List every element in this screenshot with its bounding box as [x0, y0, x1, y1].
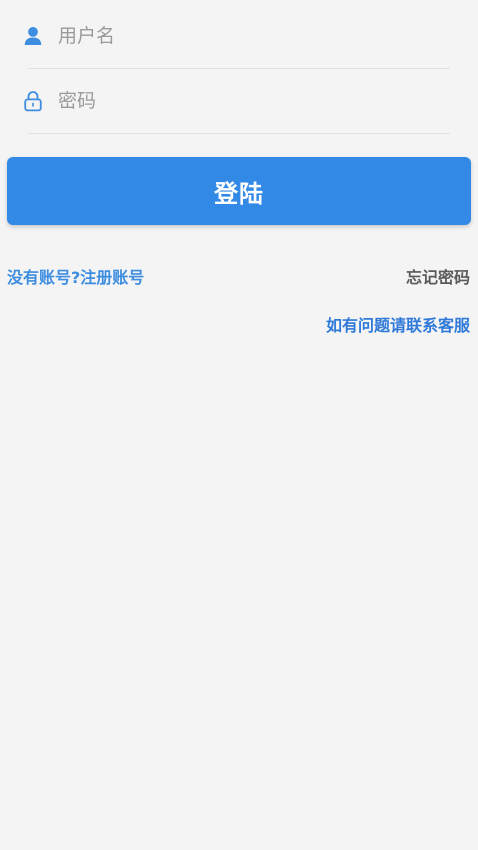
username-input[interactable]	[58, 24, 398, 47]
forgot-password-link[interactable]: 忘记密码	[406, 264, 470, 288]
password-field[interactable]	[24, 68, 450, 134]
lock-icon	[24, 90, 42, 112]
username-field[interactable]	[24, 3, 450, 69]
contact-support-link[interactable]: 如有问题请联系客服	[326, 312, 470, 336]
password-input[interactable]	[58, 89, 398, 112]
login-button[interactable]: 登陆	[7, 157, 471, 225]
register-link[interactable]: 没有账号?注册账号	[7, 264, 144, 288]
user-icon	[24, 25, 42, 47]
